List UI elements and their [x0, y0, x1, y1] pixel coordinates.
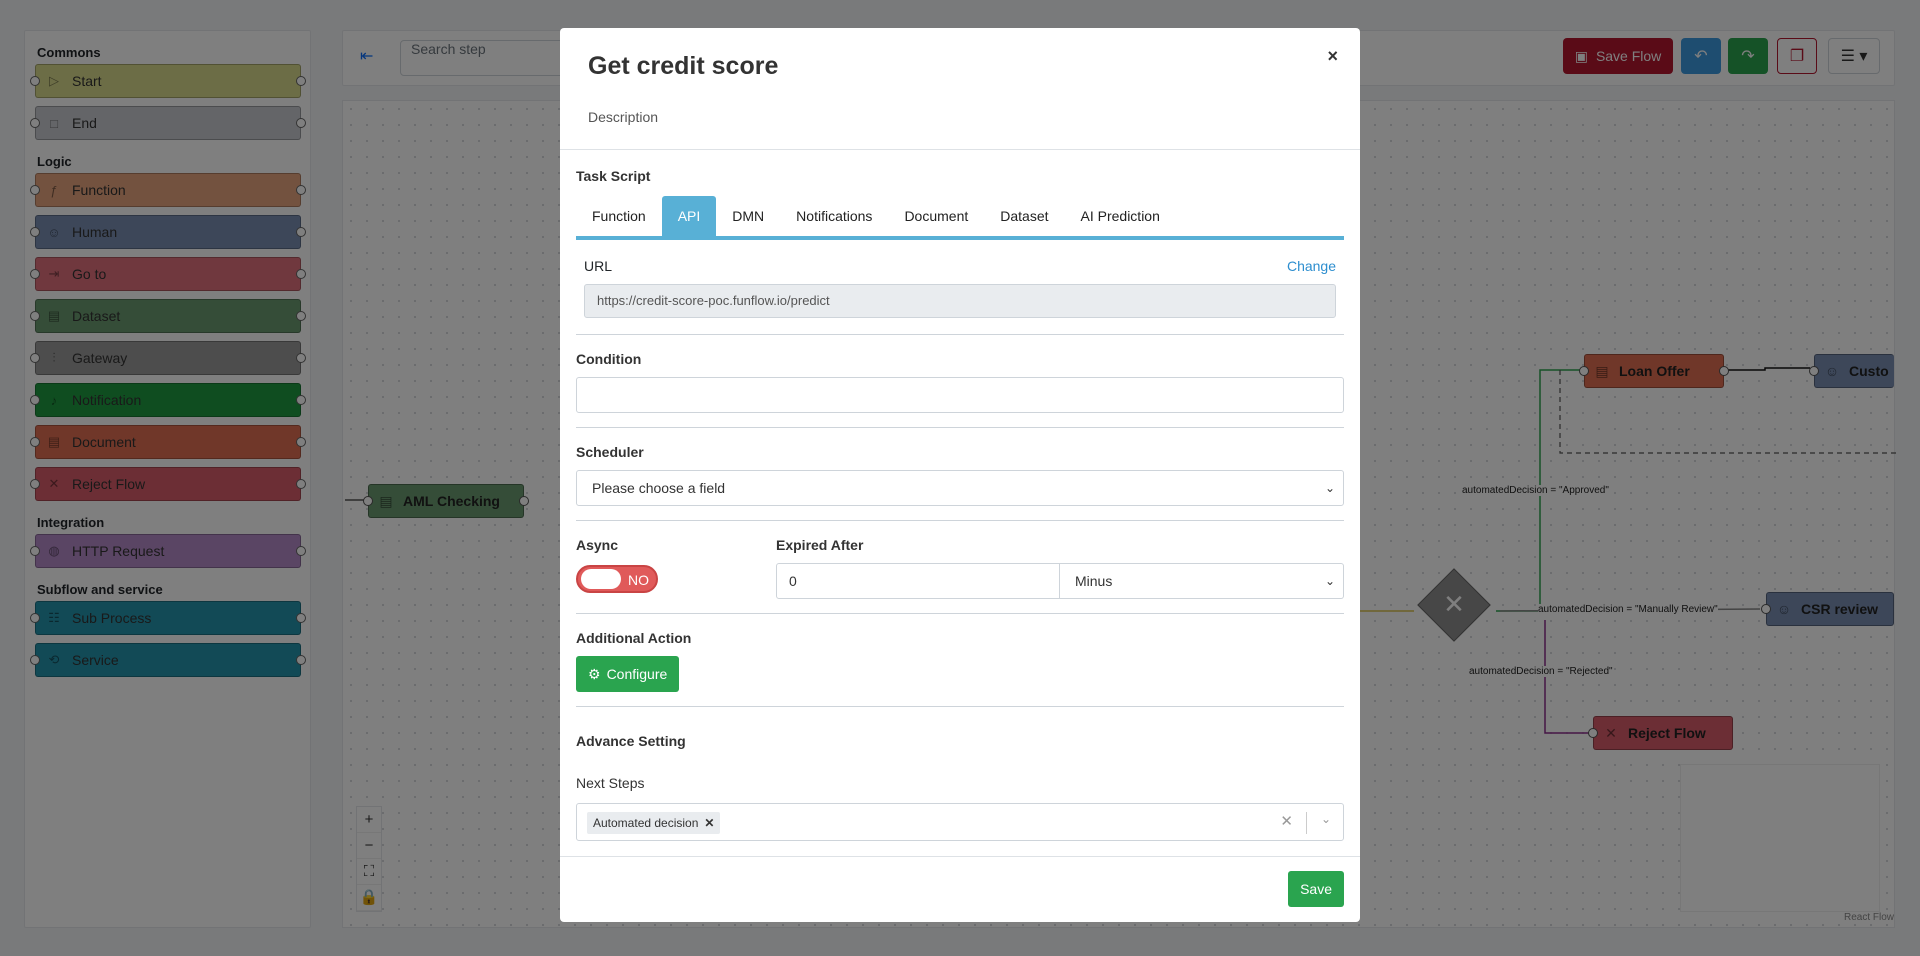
step-edit-modal: Get credit score Description × Task Scri… [560, 28, 1360, 922]
expired-after-input[interactable]: 0 [776, 563, 1060, 599]
modal-footer: Save [560, 856, 1360, 922]
async-toggle-label: NO [628, 572, 649, 588]
tab-dmn[interactable]: DMN [716, 196, 780, 236]
chevron-down-icon[interactable]: ⌄ [1321, 812, 1331, 826]
scheduler-label: Scheduler [576, 444, 644, 460]
task-script-label: Task Script [576, 168, 651, 184]
scheduler-value: Please choose a field [592, 480, 726, 496]
next-step-chip: Automated decision ✕ [587, 812, 721, 834]
clear-icon[interactable]: ✕ [1280, 812, 1293, 830]
async-toggle[interactable]: NO [576, 565, 658, 593]
next-steps-label: Next Steps [576, 775, 645, 791]
scheduler-select[interactable]: Please choose a field ⌄ [576, 470, 1344, 506]
modal-title[interactable]: Get credit score [588, 52, 1332, 81]
task-script-tabs: Function API DMN Notifications Document Datas… [576, 196, 1344, 240]
chip-remove-icon[interactable]: ✕ [704, 816, 714, 830]
chevron-down-icon: ⌄ [1324, 481, 1335, 495]
tab-document[interactable]: Document [888, 196, 984, 236]
url-field[interactable]: https://credit-score-poc.funflow.io/pred… [584, 284, 1336, 318]
tab-function[interactable]: Function [576, 196, 662, 236]
tab-notifications[interactable]: Notifications [780, 196, 888, 236]
condition-input[interactable] [576, 377, 1344, 413]
chevron-down-icon: ⌄ [1324, 574, 1335, 588]
advance-setting-label: Advance Setting [576, 733, 686, 749]
expired-after-unit-select[interactable]: Minus ⌄ [1060, 563, 1344, 599]
change-url-link[interactable]: Change [1287, 258, 1336, 274]
modal-header: Get credit score Description × [560, 28, 1360, 150]
async-label: Async [576, 537, 619, 553]
separator [1306, 812, 1307, 834]
configure-label: Configure [606, 666, 668, 682]
next-steps-select[interactable]: Automated decision ✕ ✕ ⌄ [576, 803, 1344, 841]
chip-label: Automated decision [593, 816, 699, 830]
url-label: URL [584, 258, 613, 274]
expired-after-label: Expired After [776, 537, 864, 553]
condition-label: Condition [576, 351, 642, 367]
tab-ai-prediction[interactable]: AI Prediction [1065, 196, 1176, 236]
tab-dataset[interactable]: Dataset [984, 196, 1064, 236]
configure-button[interactable]: ⚙ Configure [576, 656, 680, 692]
modal-description[interactable]: Description [588, 109, 1332, 125]
additional-action-label: Additional Action [576, 630, 692, 646]
tab-api[interactable]: API [661, 196, 717, 236]
save-button[interactable]: Save [1288, 871, 1344, 907]
close-icon[interactable]: × [1327, 46, 1338, 67]
gear-icon: ⚙ [588, 665, 601, 682]
expired-after-unit-value: Minus [1075, 573, 1113, 589]
